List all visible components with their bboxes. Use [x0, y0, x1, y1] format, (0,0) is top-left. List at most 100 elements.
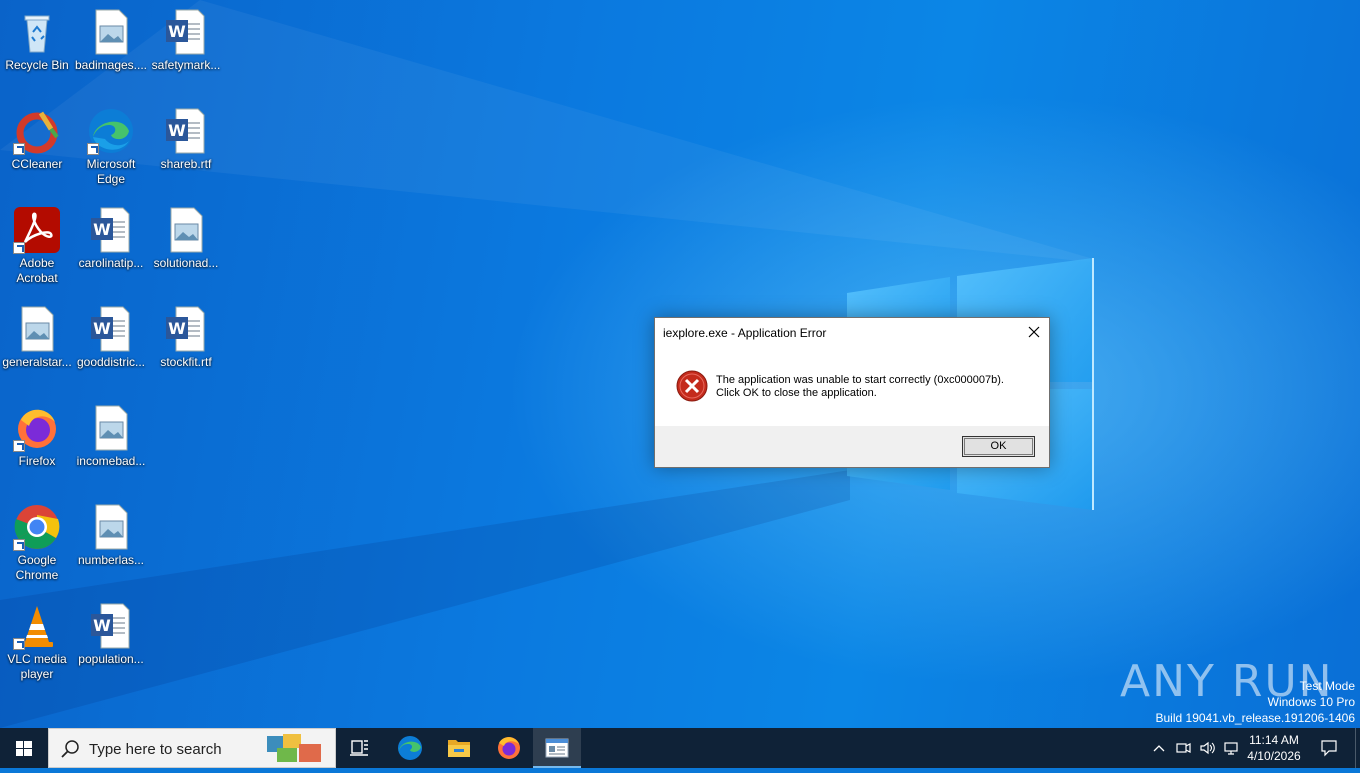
desktop-icon-firefox[interactable]: Firefox — [0, 404, 74, 469]
desktop-icon-label: VLC media player — [7, 652, 67, 681]
edge-icon — [87, 107, 135, 155]
firefox-icon — [498, 737, 520, 759]
desktop-icon-label: incomebad... — [76, 454, 146, 468]
taskbar-error-app-button[interactable] — [533, 728, 581, 768]
desktop-icon-microsoft-edge[interactable]: Microsoft Edge — [74, 107, 148, 187]
firefox-icon — [13, 404, 61, 452]
svg-text:W: W — [93, 319, 111, 338]
close-button[interactable] — [1019, 318, 1049, 348]
network-icon[interactable] — [1223, 740, 1239, 756]
svg-text:W: W — [168, 22, 186, 41]
desktop-icon-label: shareb.rtf — [160, 157, 212, 171]
desktop-icon-label: numberlas... — [77, 553, 145, 567]
desktop-icon-label: stockfit.rtf — [160, 355, 212, 369]
word-doc-icon: W — [162, 305, 210, 353]
dialog-footer: OK — [655, 426, 1049, 467]
dialog-message-line1: The application was unable to start corr… — [716, 374, 1004, 386]
ccleaner-icon — [13, 107, 61, 155]
taskbar-edge-button[interactable] — [386, 728, 434, 768]
meet-now-icon[interactable] — [1175, 740, 1191, 756]
start-button[interactable] — [0, 728, 48, 768]
error-icon — [676, 370, 708, 402]
desktop-icon-label: Microsoft Edge — [86, 157, 136, 186]
taskbar-firefox-button[interactable] — [484, 728, 532, 768]
svg-text:W: W — [168, 319, 186, 338]
ok-button[interactable]: OK — [962, 436, 1035, 457]
desktop-icon-label: badimages.... — [74, 58, 148, 72]
desktop-icon-label: Firefox — [18, 454, 56, 468]
dialog-titlebar[interactable]: iexplore.exe - Application Error — [655, 318, 1049, 348]
image-file-icon — [162, 206, 210, 254]
word-doc-icon: W — [162, 8, 210, 56]
edge-icon — [398, 736, 422, 760]
svg-text:W: W — [93, 220, 111, 239]
desktop-icon-gooddistric[interactable]: W gooddistric... — [74, 305, 148, 370]
desktop-icon-label: CCleaner — [11, 157, 63, 171]
watermark-edition: Windows 10 Pro — [1267, 695, 1355, 709]
dialog-title: iexplore.exe - Application Error — [663, 326, 827, 340]
word-doc-icon: W — [87, 305, 135, 353]
clock-time: 11:14 AM — [1249, 733, 1299, 747]
task-view-button[interactable] — [336, 728, 384, 768]
desktop-icon-carolinatip[interactable]: W carolinatip... — [74, 206, 148, 271]
image-file-icon — [87, 404, 135, 452]
desktop-icon-label: gooddistric... — [76, 355, 146, 369]
desktop-icon-badimages[interactable]: badimages.... — [74, 8, 148, 73]
search-icon — [61, 740, 79, 758]
chrome-icon — [13, 503, 61, 551]
recycle-bin-icon — [13, 8, 61, 56]
dialog-message-line2: Click OK to close the application. — [716, 387, 877, 399]
desktop-icon-solutionad[interactable]: solutionad... — [149, 206, 223, 271]
svg-text:W: W — [93, 616, 111, 635]
search-highlight-icon — [267, 734, 321, 762]
desktop-icon-label: safetymark... — [151, 58, 221, 72]
search-box[interactable]: Type here to search — [48, 728, 336, 768]
show-desktop-button[interactable] — [1355, 728, 1356, 768]
image-file-icon — [87, 503, 135, 551]
task-view-icon — [350, 740, 368, 756]
desktop-icon-label: population... — [78, 652, 144, 666]
desktop-icon-vlc[interactable]: VLC media player — [0, 602, 74, 682]
clock-date: 4/10/2026 — [1247, 749, 1301, 763]
desktop-icon-shareb[interactable]: W shareb.rtf — [149, 107, 223, 172]
desktop-icon-recycle-bin[interactable]: Recycle Bin — [0, 8, 74, 73]
chevron-up-icon[interactable] — [1151, 740, 1167, 756]
word-doc-icon: W — [162, 107, 210, 155]
desktop-icon-population[interactable]: W population... — [74, 602, 148, 667]
volume-icon[interactable] — [1199, 740, 1215, 756]
desktop-icon-label: Google Chrome — [15, 553, 59, 582]
clock[interactable]: 11:14 AM 4/10/2026 — [1246, 732, 1302, 764]
close-icon — [1028, 326, 1040, 338]
desktop-icon-label: carolinatip... — [78, 256, 144, 270]
taskbar: Type here to search 11:14 AM 4/10/2026 — [0, 728, 1360, 768]
watermark-build: Build 19041.vb_release.191206-1406 — [1155, 711, 1356, 725]
desktop: Recycle Bin CCleaner Adobe Acrobat gener… — [0, 0, 1360, 728]
desktop-icon-adobe-acrobat[interactable]: Adobe Acrobat — [0, 206, 74, 286]
acrobat-icon — [13, 206, 61, 254]
desktop-icon-label: Adobe Acrobat — [16, 256, 58, 285]
desktop-icon-label: generalstar... — [2, 355, 72, 369]
desktop-icon-incomebad[interactable]: incomebad... — [74, 404, 148, 469]
taskbar-file-explorer-button[interactable] — [435, 728, 483, 768]
image-file-icon — [13, 305, 61, 353]
svg-text:W: W — [168, 121, 186, 140]
word-doc-icon: W — [87, 602, 135, 650]
dialog-body: The application was unable to start corr… — [655, 348, 1049, 426]
desktop-icon-safetymark[interactable]: W safetymark... — [149, 8, 223, 73]
vlc-icon — [13, 602, 61, 650]
image-file-icon — [87, 8, 135, 56]
application-error-dialog: iexplore.exe - Application Error The app… — [654, 317, 1050, 468]
desktop-icon-numberlas[interactable]: numberlas... — [74, 503, 148, 568]
dialog-message: The application was unable to start corr… — [716, 374, 1004, 400]
notifications-icon[interactable] — [1320, 739, 1338, 757]
word-doc-icon: W — [87, 206, 135, 254]
search-placeholder: Type here to search — [89, 741, 222, 758]
desktop-icon-ccleaner[interactable]: CCleaner — [0, 107, 74, 172]
desktop-icon-generalstar[interactable]: generalstar... — [0, 305, 74, 370]
watermark-test-mode: Test Mode — [1299, 679, 1355, 693]
error-app-icon — [545, 738, 569, 758]
desktop-icon-stockfit[interactable]: W stockfit.rtf — [149, 305, 223, 370]
desktop-icon-google-chrome[interactable]: Google Chrome — [0, 503, 74, 583]
windows-start-icon — [16, 741, 32, 756]
file-explorer-icon — [448, 740, 470, 757]
